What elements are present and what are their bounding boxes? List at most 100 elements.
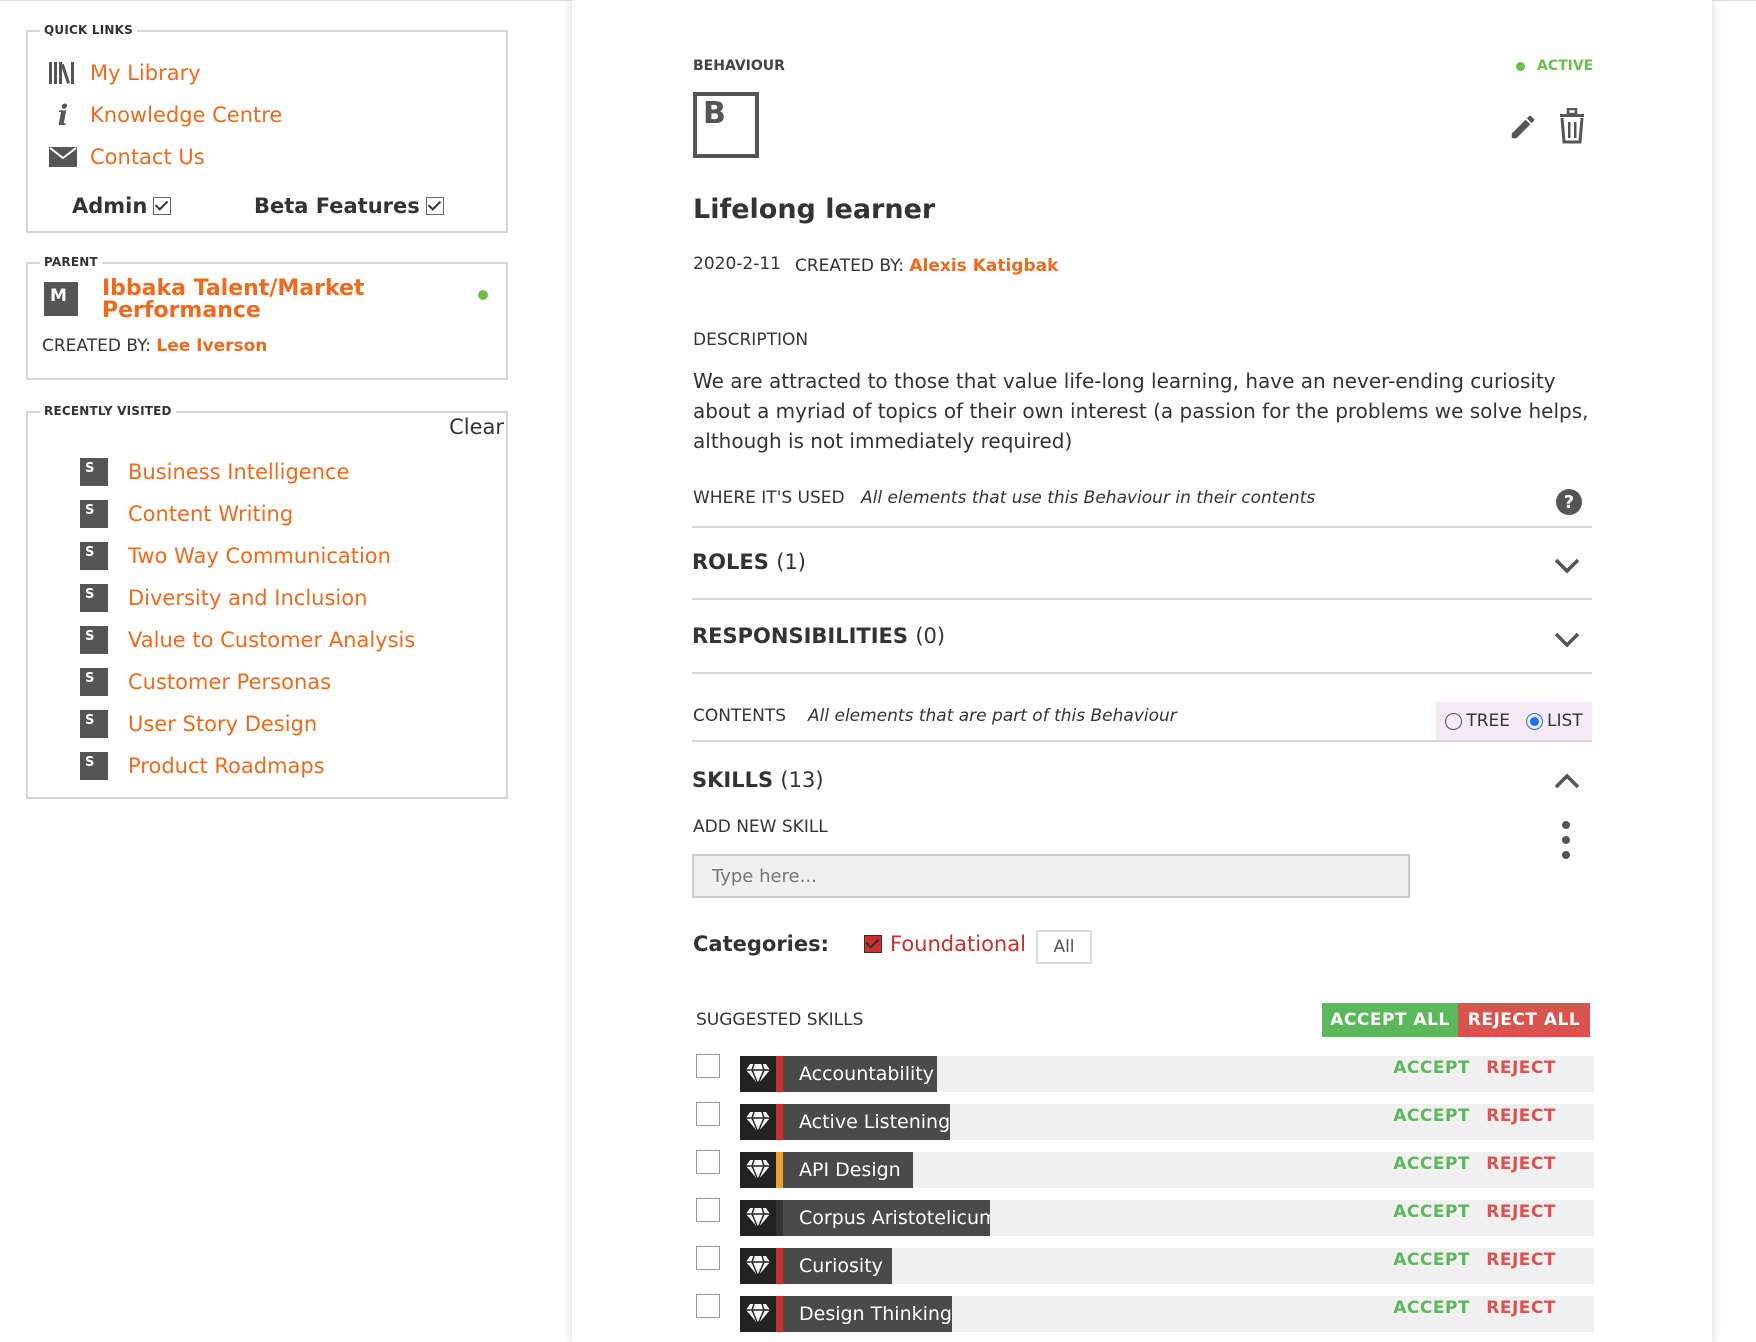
- diamond-icon: [740, 1152, 776, 1188]
- status-dot: [1516, 61, 1525, 71]
- help-icon[interactable]: ?: [1556, 489, 1582, 515]
- tree-radio[interactable]: [1445, 712, 1463, 730]
- creator-link[interactable]: Alexis Katigbak: [909, 256, 1058, 276]
- beta-features-label: Beta Features: [254, 194, 420, 218]
- skill-name-tag[interactable]: Active Listening: [783, 1104, 965, 1140]
- list-label[interactable]: LIST: [1547, 711, 1583, 731]
- recent-item-link[interactable]: Product Roadmaps: [128, 754, 325, 778]
- skill-category-bar: [776, 1200, 783, 1236]
- type-badge-letter: B: [703, 96, 726, 131]
- chevron-up-icon[interactable]: [1552, 767, 1582, 797]
- categories-label: Categories:: [693, 932, 830, 956]
- roles-accordion[interactable]: ROLES (1): [692, 550, 806, 574]
- responsibilities-label: RESPONSIBILITIES: [692, 624, 909, 648]
- trash-icon[interactable]: [1556, 107, 1588, 144]
- skill-checkbox[interactable]: [696, 1054, 720, 1078]
- quick-link-label[interactable]: Contact Us: [90, 145, 205, 169]
- category-foundational[interactable]: Foundational: [864, 932, 1026, 956]
- accept-skill-button[interactable]: ACCEPT: [1393, 1298, 1470, 1318]
- quick-link-knowledge-centre[interactable]: i Knowledge Centre: [48, 99, 283, 132]
- parent-created-by: CREATED BY: Lee Iverson: [42, 336, 267, 356]
- add-skill-input[interactable]: [692, 854, 1410, 898]
- admin-toggle[interactable]: Admin: [72, 194, 172, 218]
- recent-item-link[interactable]: User Story Design: [128, 712, 317, 736]
- divider: [692, 672, 1592, 674]
- recent-item-link[interactable]: Value to Customer Analysis: [128, 628, 415, 652]
- skill-category-bar: [776, 1248, 783, 1284]
- edit-icon[interactable]: [1508, 112, 1538, 142]
- recent-item-link[interactable]: Customer Personas: [128, 670, 331, 694]
- recent-item[interactable]: S Two Way Communication: [80, 542, 391, 570]
- recent-item-link[interactable]: Two Way Communication: [128, 544, 391, 568]
- type-label: BEHAVIOUR: [693, 58, 785, 74]
- responsibilities-accordion[interactable]: RESPONSIBILITIES (0): [692, 624, 945, 648]
- reject-all-button[interactable]: REJECT ALL: [1458, 1003, 1590, 1037]
- reject-skill-button[interactable]: REJECT: [1486, 1250, 1556, 1270]
- skill-name-tag[interactable]: API Design: [783, 1152, 915, 1188]
- admin-checkbox[interactable]: [153, 197, 172, 215]
- accept-skill-button[interactable]: ACCEPT: [1393, 1250, 1470, 1270]
- skill-name-tag[interactable]: Design Thinking: [783, 1296, 966, 1332]
- accept-skill-button[interactable]: ACCEPT: [1393, 1058, 1470, 1078]
- reject-skill-button[interactable]: REJECT: [1486, 1298, 1556, 1318]
- parent-creator-link[interactable]: Lee Iverson: [156, 336, 267, 356]
- quick-link-my-library[interactable]: My Library: [48, 58, 201, 88]
- skill-checkbox[interactable]: [696, 1102, 720, 1126]
- accept-skill-button[interactable]: ACCEPT: [1393, 1106, 1470, 1126]
- skill-name-tag[interactable]: Curiosity: [783, 1248, 897, 1284]
- recent-item[interactable]: S Content Writing: [80, 500, 293, 528]
- suggested-skill-row: Curiosity ACCEPT REJECT: [696, 1246, 1594, 1284]
- recent-item[interactable]: S Business Intelligence: [80, 458, 349, 486]
- list-radio[interactable]: [1526, 712, 1543, 730]
- skill-checkbox[interactable]: [696, 1198, 720, 1222]
- chevron-down-icon[interactable]: [1552, 624, 1582, 654]
- quick-link-label[interactable]: My Library: [90, 61, 201, 85]
- recent-item-link[interactable]: Content Writing: [128, 502, 293, 526]
- accept-skill-button[interactable]: ACCEPT: [1393, 1154, 1470, 1174]
- recent-item[interactable]: S Diversity and Inclusion: [80, 584, 367, 612]
- skill-type-badge: S: [80, 500, 108, 528]
- accept-skill-button[interactable]: ACCEPT: [1393, 1202, 1470, 1222]
- description-label: DESCRIPTION: [693, 330, 809, 350]
- beta-features-checkbox[interactable]: [425, 197, 444, 215]
- reject-skill-button[interactable]: REJECT: [1486, 1154, 1556, 1174]
- quick-link-contact-us[interactable]: Contact Us: [48, 142, 205, 172]
- roles-label: ROLES: [692, 550, 769, 574]
- skill-checkbox[interactable]: [696, 1246, 720, 1270]
- quick-link-label[interactable]: Knowledge Centre: [90, 103, 282, 127]
- reject-skill-button[interactable]: REJECT: [1486, 1202, 1556, 1222]
- recent-item[interactable]: S Product Roadmaps: [80, 752, 325, 780]
- reject-skill-button[interactable]: REJECT: [1486, 1058, 1556, 1078]
- category-all-button[interactable]: All: [1036, 930, 1092, 964]
- chevron-down-icon[interactable]: [1552, 550, 1582, 580]
- view-mode-toggle: TREE LIST: [1436, 702, 1592, 740]
- recent-item[interactable]: S Customer Personas: [80, 668, 331, 696]
- parent-status-dot: [478, 290, 488, 300]
- skill-type-badge: S: [80, 584, 108, 612]
- skill-category-bar: [776, 1296, 783, 1332]
- mail-icon: [48, 142, 78, 172]
- recent-item-link[interactable]: Business Intelligence: [128, 460, 349, 484]
- beta-features-toggle[interactable]: Beta Features: [254, 194, 444, 218]
- skill-name-tag[interactable]: Accountability: [783, 1056, 948, 1092]
- roles-count: (1): [776, 550, 806, 574]
- recent-item[interactable]: S Value to Customer Analysis: [80, 626, 415, 654]
- category-checkbox[interactable]: [864, 935, 882, 953]
- parent-title-link[interactable]: Ibbaka Talent/Market Performance: [102, 278, 402, 322]
- more-options-icon[interactable]: [1560, 820, 1572, 860]
- clear-recent-button[interactable]: Clear: [449, 415, 504, 439]
- reject-skill-button[interactable]: REJECT: [1486, 1106, 1556, 1126]
- skill-name-tag[interactable]: Corpus Aristotelicum: [783, 1200, 1012, 1236]
- skill-checkbox[interactable]: [696, 1294, 720, 1318]
- accept-all-button[interactable]: ACCEPT ALL: [1322, 1003, 1458, 1037]
- skills-accordion[interactable]: SKILLS (13): [692, 768, 824, 792]
- created-by-label: CREATED BY:: [42, 336, 151, 356]
- quick-links-box: QUICK LINKS My Library i Knowledge Centr…: [26, 23, 508, 233]
- recent-item[interactable]: S User Story Design: [80, 710, 317, 738]
- skills-count: (13): [780, 768, 824, 792]
- skill-checkbox[interactable]: [696, 1150, 720, 1174]
- skill-type-badge: S: [80, 458, 108, 486]
- recently-visited-box: RECENTLY VISITED Clear S Business Intell…: [26, 404, 508, 799]
- recent-item-link[interactable]: Diversity and Inclusion: [128, 586, 367, 610]
- tree-label[interactable]: TREE: [1466, 711, 1510, 731]
